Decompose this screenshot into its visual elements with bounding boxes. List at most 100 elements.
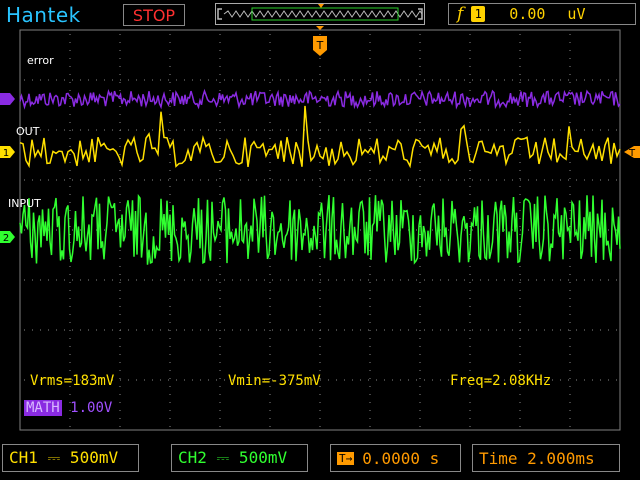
grid-dot <box>288 79 289 81</box>
grid-dot <box>432 179 433 181</box>
grid-dot <box>69 274 71 275</box>
grid-dot <box>24 229 25 231</box>
grid-dot <box>569 202 571 203</box>
grid-dot <box>219 218 221 219</box>
grid-dot <box>569 402 571 403</box>
grid-dot <box>219 34 221 35</box>
grid-dot <box>600 79 601 81</box>
grid-dot <box>488 179 489 181</box>
grid-dot <box>319 274 321 275</box>
math-trace <box>19 88 621 110</box>
grid-dot <box>424 329 425 331</box>
math-tag: MATH <box>24 400 62 416</box>
timebase-box[interactable]: Time 2.000ms <box>472 444 620 472</box>
grid-dot <box>119 362 121 363</box>
grid-dot <box>319 122 321 123</box>
grid-dot <box>269 162 271 163</box>
grid-dot <box>569 58 571 59</box>
grid-dot <box>369 178 371 179</box>
grid-dot <box>469 122 471 123</box>
grid-dot <box>369 418 371 419</box>
grid-dot <box>69 354 71 355</box>
grid-dot <box>416 329 417 331</box>
grid-dot <box>219 170 221 171</box>
grid-dot <box>419 274 421 275</box>
grid-dot <box>219 346 221 347</box>
grid-dot <box>216 279 217 281</box>
grid-dot <box>69 154 71 155</box>
grid-dot <box>224 279 225 281</box>
trigger-time-marker-icon: T <box>313 36 327 56</box>
grid-dot <box>432 329 433 331</box>
grid-dot <box>419 330 421 331</box>
grid-dot <box>169 194 171 195</box>
grid-dot <box>200 129 201 131</box>
grid-dot <box>312 79 313 81</box>
grid-dot <box>69 74 71 75</box>
ch1-marker-icon: 1 <box>0 146 15 159</box>
grid-dot <box>24 79 25 81</box>
grid-dot <box>560 279 561 281</box>
grid-dot <box>219 90 221 91</box>
grid-dot <box>88 179 89 181</box>
grid-dot <box>569 346 571 347</box>
grid-dot <box>419 290 421 291</box>
grid-dot <box>144 129 145 131</box>
grid-dot <box>319 426 321 427</box>
grid-dot <box>169 130 171 131</box>
grid-dot <box>336 179 337 181</box>
grid-dot <box>119 274 121 275</box>
grid-dot <box>269 50 271 51</box>
grid-dot <box>584 279 585 281</box>
grid-dot <box>104 79 105 81</box>
grid-dot <box>304 179 305 181</box>
grid-dot <box>320 229 321 231</box>
math-setting[interactable]: MATH 1.00V <box>24 400 112 416</box>
grid-dot <box>56 129 57 131</box>
grid-dot <box>448 129 449 131</box>
grid-dot <box>72 179 73 181</box>
grid-dot <box>192 129 193 131</box>
grid-dot <box>519 242 521 243</box>
grid-dot <box>320 129 321 131</box>
grid-dot <box>560 79 561 81</box>
grid-dot <box>69 282 71 283</box>
grid-dot <box>184 229 185 231</box>
ch2-scale-box[interactable]: CH2 ⎓ 500mV <box>171 444 308 472</box>
grid-dot <box>519 82 521 83</box>
grid-dot <box>519 194 521 195</box>
grid-dot <box>219 386 221 387</box>
grid-dot <box>232 229 233 231</box>
grid-dot <box>432 379 433 381</box>
grid-dot <box>544 329 545 331</box>
grid-dot <box>319 250 321 251</box>
grid-dot <box>569 354 571 355</box>
grid-dot <box>384 279 385 281</box>
grid-dot <box>119 34 121 35</box>
grid-dot <box>24 329 25 331</box>
grid-dot <box>32 329 33 331</box>
grid-dot <box>519 266 521 267</box>
grid-dot <box>552 379 553 381</box>
grid-dot <box>119 394 121 395</box>
grid-dot <box>269 394 271 395</box>
grid-dot <box>319 410 321 411</box>
grid-dot <box>512 279 513 281</box>
grid-dot <box>320 79 321 81</box>
grid-dot <box>119 250 121 251</box>
grid-dot <box>232 329 233 331</box>
grid-dot <box>576 329 577 331</box>
grid-dot <box>608 129 609 131</box>
grid-dot <box>519 322 521 323</box>
ch1-scale-box[interactable]: CH1 ⎓ 500mV <box>2 444 139 472</box>
grid-dot <box>419 106 421 107</box>
grid-dot <box>419 114 421 115</box>
grid-dot <box>472 279 473 281</box>
grid-dot <box>424 279 425 281</box>
grid-dot <box>384 79 385 81</box>
grid-dot <box>569 90 571 91</box>
grid-dot <box>269 202 271 203</box>
trigger-offset-box[interactable]: T→ 0.0000 s <box>330 444 461 472</box>
grid-dot <box>369 426 371 427</box>
grid-dot <box>128 229 129 231</box>
